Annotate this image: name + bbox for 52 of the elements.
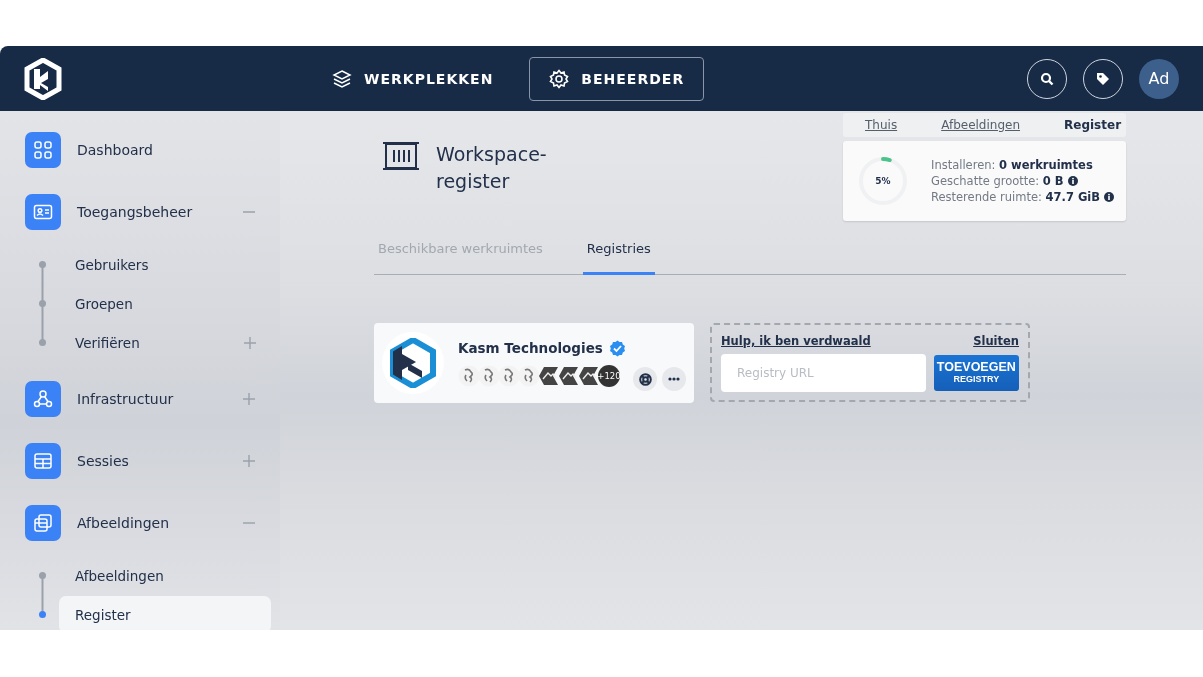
- registry-card[interactable]: Kasm Technologies +120: [374, 323, 694, 403]
- status-line: Installeren: 0 werkruimtes: [931, 157, 1094, 173]
- progress-percent: 5%: [875, 175, 891, 187]
- more-count-badge: +120: [598, 364, 620, 387]
- sidebar-item[interactable]: Dashboard: [25, 132, 255, 168]
- id-card-icon: [33, 202, 53, 222]
- help-link[interactable]: Hulp, ik ben verdwaald: [721, 334, 871, 348]
- sidebar-subitem[interactable]: Verifiëren: [59, 324, 271, 361]
- sidebar-item[interactable]: Infrastructuur: [25, 381, 255, 417]
- sidebar-subitem[interactable]: Groepen: [59, 285, 271, 322]
- info-icon[interactable]: [1067, 176, 1078, 186]
- sidebar-item[interactable]: Toegangsbeheer: [25, 194, 255, 230]
- tree-connector-drawing: [38, 571, 47, 619]
- mountain-badge-icon: [558, 364, 580, 387]
- layers-icon: [332, 68, 352, 89]
- sidebar-subitem[interactable]: Afbeeldingen: [59, 557, 271, 594]
- registry-name: Kasm Technologies: [458, 340, 603, 356]
- content-tab[interactable]: Registries: [582, 233, 655, 275]
- sidebar-item[interactable]: Afbeeldingen: [25, 505, 255, 541]
- breadcrumb-link[interactable]: Afbeeldingen: [919, 118, 1043, 132]
- breadcrumb-link[interactable]: Register: [1042, 118, 1144, 132]
- add-registry-button[interactable]: TOEVOEGEN REGISTRY: [933, 355, 1019, 391]
- sidebar-subitem[interactable]: Gebruikers: [59, 246, 271, 283]
- sidebar-subitem[interactable]: Register: [59, 596, 271, 630]
- network-icon: [33, 389, 53, 409]
- grid-icon: [33, 140, 53, 160]
- sidebar-item[interactable]: Sessies: [25, 443, 255, 479]
- user-avatar[interactable]: Ad: [1139, 58, 1179, 99]
- ellipsis-icon: [668, 377, 680, 381]
- gear-icon: [549, 68, 570, 89]
- windows-icon: [33, 513, 53, 533]
- more-options-button[interactable]: [662, 367, 686, 391]
- progress-ring: [857, 155, 909, 207]
- registry-url-field[interactable]: Registry URL: [721, 354, 926, 392]
- tag-icon: [1096, 71, 1110, 86]
- close-link[interactable]: Sluiten: [973, 334, 1019, 348]
- status-line: Resterende ruimte: 47.7 GiB: [931, 189, 1115, 205]
- container-icon: [382, 141, 420, 171]
- logo-icon[interactable]: [24, 57, 62, 100]
- nav-tab[interactable]: WERKPLEKKEN: [312, 56, 514, 101]
- mountain-badge-icon: [578, 364, 600, 387]
- page-title: Workspace-register: [436, 142, 548, 194]
- lifebuoy-icon: [638, 372, 652, 386]
- breadcrumb-link[interactable]: Thuis: [843, 118, 920, 132]
- table-icon: [33, 451, 53, 471]
- support-button[interactable]: [633, 367, 657, 391]
- search-icon: [1040, 71, 1054, 86]
- logo-icon: [390, 338, 436, 388]
- nav-tab[interactable]: BEHEERDER: [529, 56, 705, 101]
- info-icon[interactable]: [1104, 192, 1115, 202]
- mountain-badge-icon: [538, 364, 560, 387]
- status-line: Geschatte grootte: 0 B: [931, 173, 1115, 189]
